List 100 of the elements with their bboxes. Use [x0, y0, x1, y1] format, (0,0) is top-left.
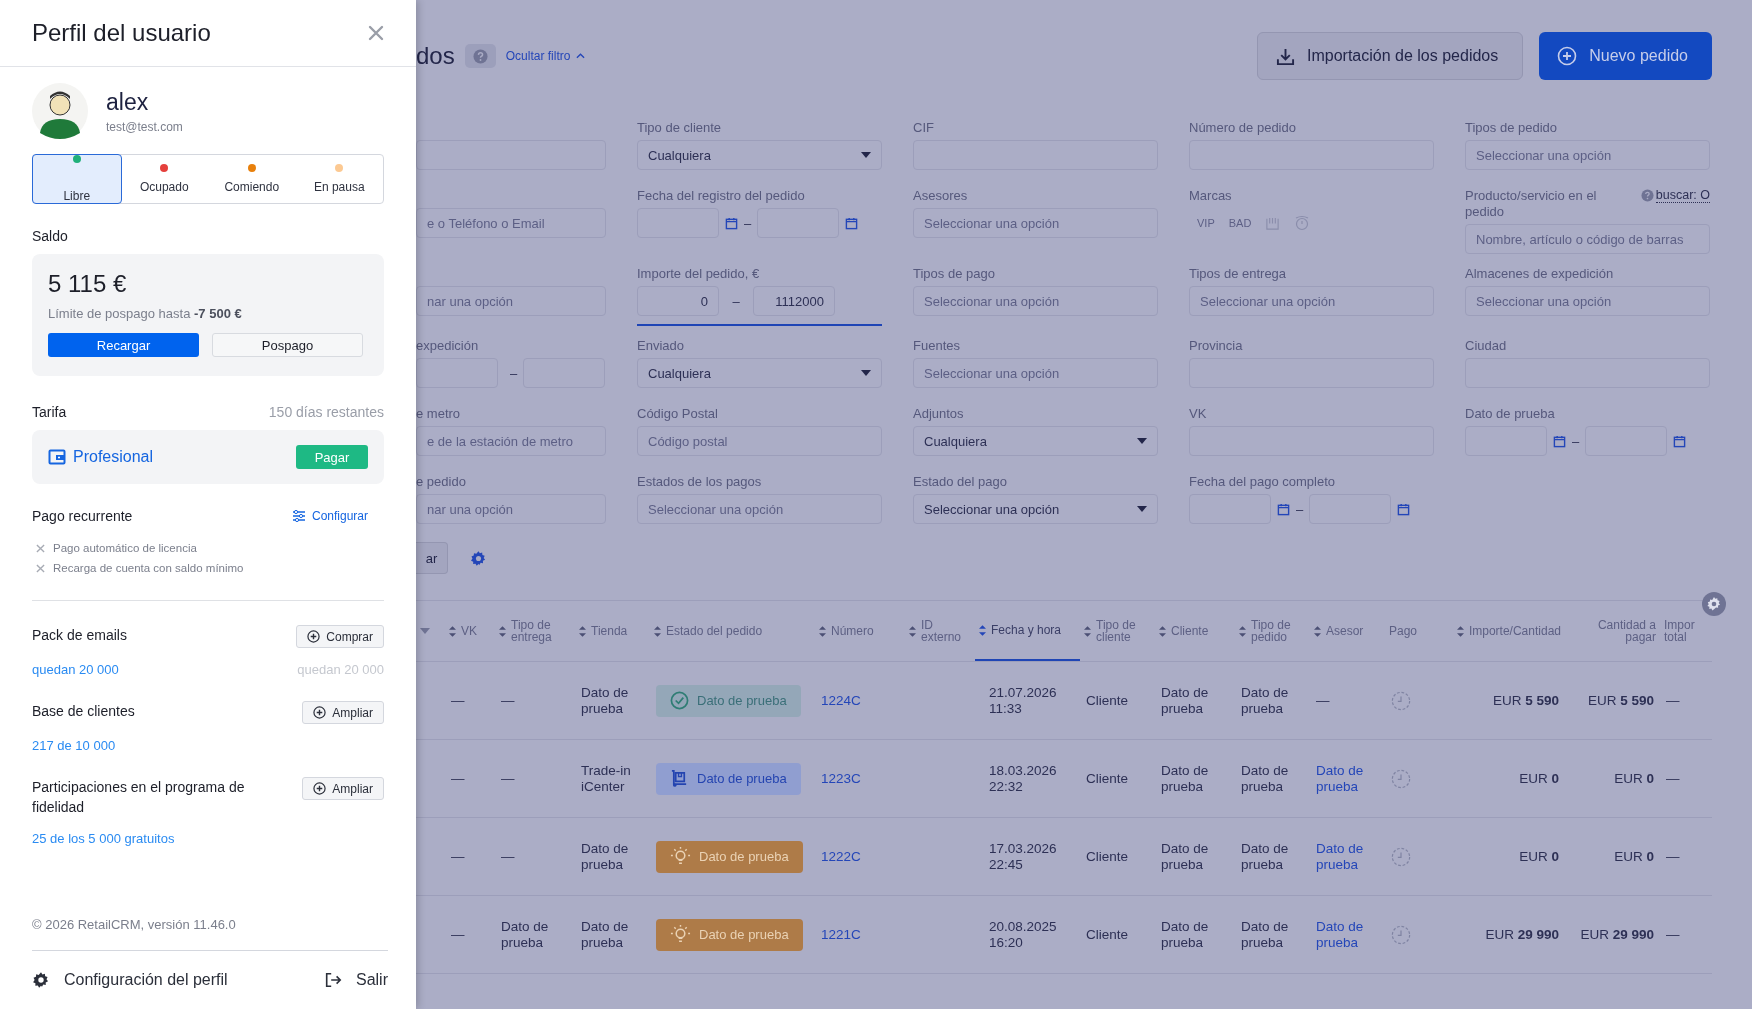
sort-icon[interactable]	[1456, 625, 1464, 637]
status-option[interactable]: Comiendo	[207, 154, 297, 204]
status-option[interactable]: Libre	[32, 154, 122, 204]
sort-icon[interactable]	[654, 625, 661, 637]
sort-icon[interactable]	[979, 624, 986, 636]
column-header[interactable]: Cliente	[1155, 601, 1235, 661]
service-button[interactable]: Comprar	[296, 625, 384, 648]
calendar-icon[interactable]	[1553, 434, 1566, 448]
filter-input[interactable]: Seleccionar una opción	[1189, 286, 1434, 316]
tag-filter[interactable]: VIP	[1197, 217, 1215, 229]
date-input[interactable]	[416, 358, 498, 388]
order-number-link[interactable]: 1223C	[821, 770, 861, 787]
tag-filter[interactable]: BAD	[1228, 217, 1252, 229]
sort-icon[interactable]	[1239, 625, 1246, 637]
filter-select[interactable]: Cualquiera	[913, 426, 1158, 456]
column-header[interactable]: Tipo de pedido	[1235, 601, 1310, 661]
filter-input[interactable]: Seleccionar una opción	[913, 208, 1158, 238]
search-mode-link[interactable]: buscar: O	[1655, 188, 1710, 203]
status-badge[interactable]: Dato de prueba	[656, 918, 803, 951]
column-header[interactable]: Fecha y hora	[975, 601, 1080, 661]
configure-link[interactable]: Configurar	[291, 509, 368, 523]
column-header[interactable]: Importe/Cantidad	[1440, 601, 1565, 661]
filter-input[interactable]: Código postal	[637, 426, 882, 456]
filter-input[interactable]: Seleccionar una opción	[1465, 140, 1710, 170]
column-header[interactable]: Pago	[1385, 601, 1440, 661]
order-number-link[interactable]: 1224C	[821, 692, 861, 709]
pay-button[interactable]: Pagar	[296, 445, 368, 469]
filter-input[interactable]: Seleccionar una opción	[913, 286, 1158, 316]
column-header[interactable]: Asesor	[1310, 601, 1385, 661]
column-header[interactable]: Tipo de entrega	[495, 601, 575, 661]
sort-icon[interactable]	[1084, 625, 1091, 637]
column-header[interactable]: Impor total	[1660, 601, 1712, 661]
filter-input[interactable]	[416, 140, 606, 170]
filter-select[interactable]: Seleccionar una opción	[913, 494, 1158, 524]
sort-icon[interactable]	[909, 625, 916, 637]
filter-select[interactable]: Cualquiera	[637, 358, 882, 388]
profile-settings-link[interactable]: Configuración del perfil	[32, 971, 228, 989]
plus-circle-icon	[313, 782, 327, 795]
status-badge[interactable]: Dato de prueba	[656, 762, 801, 795]
hide-filter-link[interactable]: Ocultar filtro	[505, 49, 586, 63]
topup-button[interactable]: Recargar	[48, 333, 199, 357]
filter-input[interactable]: Seleccionar una opción	[913, 358, 1158, 388]
filter-input[interactable]: nar una opción	[416, 286, 606, 316]
column-header[interactable]: ID externo	[905, 601, 975, 661]
filter-label: Tipo de cliente	[637, 120, 722, 136]
filter-input[interactable]: Nombre, artículo o código de barras	[1465, 224, 1710, 254]
manager-link[interactable]: Dato de prueba	[1316, 840, 1371, 873]
amount-from-input[interactable]: 0	[637, 286, 719, 316]
column-header[interactable]: Tienda	[575, 601, 650, 661]
status-option[interactable]: En pausa	[294, 154, 384, 204]
service-button[interactable]: Ampliar	[302, 701, 384, 724]
calendar-icon[interactable]	[1673, 434, 1687, 448]
status-badge[interactable]: Dato de prueba	[656, 684, 801, 717]
filter-input[interactable]: e de la estación de metro	[416, 426, 606, 456]
filter-input[interactable]: e o Teléfono o Email	[416, 208, 606, 238]
settings-icon[interactable]	[470, 549, 487, 567]
column-header[interactable]: Estado del pedido	[650, 601, 815, 661]
manager-link[interactable]: Dato de prueba	[1316, 762, 1371, 795]
column-header[interactable]: Tipo de cliente	[1080, 601, 1155, 661]
column-header[interactable]: Número	[815, 601, 905, 661]
table-cell-text: 17.03.2026 22:45	[988, 839, 1058, 874]
table-cell: EUR 0	[1614, 848, 1654, 865]
plus-circle-icon	[1557, 46, 1578, 66]
apply-button[interactable]: ar	[416, 542, 448, 574]
column-header[interactable]: Cantidad a pagar	[1565, 601, 1660, 661]
order-number-link[interactable]: 1222C	[821, 848, 861, 865]
calendar-icon[interactable]	[1397, 502, 1411, 516]
calendar-icon[interactable]	[1277, 502, 1290, 516]
postpay-button[interactable]: Pospago	[212, 333, 363, 357]
table-cell-text: Trade-in iCenter	[580, 761, 632, 796]
logout-link[interactable]: Salir	[324, 971, 388, 989]
filter-input[interactable]: nar una opción	[416, 494, 606, 524]
filter-select[interactable]: Cualquiera	[637, 140, 882, 170]
sort-icon[interactable]	[819, 625, 826, 637]
help-button[interactable]	[464, 44, 496, 68]
calendar-icon[interactable]	[725, 216, 738, 230]
filter-input[interactable]: Seleccionar una opción	[1465, 286, 1710, 316]
dropdown-caret-icon[interactable]	[420, 628, 430, 634]
filter-input[interactable]: Seleccionar una opción	[637, 494, 882, 524]
service-button[interactable]: Ampliar	[302, 777, 384, 800]
calendar-icon[interactable]	[845, 216, 859, 230]
sort-icon[interactable]	[1314, 625, 1321, 637]
import-button[interactable]: Importación de los pedidos	[1257, 32, 1524, 80]
manager-link[interactable]: Dato de prueba	[1316, 918, 1371, 951]
order-number-link[interactable]: 1221C	[821, 926, 861, 943]
sort-icon[interactable]	[449, 625, 456, 637]
sort-icon[interactable]	[1159, 625, 1166, 637]
status-badge[interactable]: Dato de prueba	[656, 840, 803, 873]
new-order-button[interactable]: Nuevo pedido	[1539, 32, 1712, 80]
sort-icon[interactable]	[499, 625, 506, 637]
service-usage: quedan 20 000	[32, 662, 119, 677]
column-header[interactable]: VK	[445, 601, 495, 661]
sort-icon[interactable]	[579, 625, 586, 637]
section-label: Tarifa	[32, 404, 67, 420]
close-icon[interactable]	[368, 25, 384, 41]
filter-label: Importe del pedido, €	[637, 266, 760, 282]
amount-to-input[interactable]: 1112000	[753, 286, 835, 316]
table-cell-text: 21.07.2026 11:33	[988, 683, 1058, 718]
settings-icon[interactable]	[1702, 592, 1726, 616]
status-option[interactable]: Ocupado	[119, 154, 209, 204]
